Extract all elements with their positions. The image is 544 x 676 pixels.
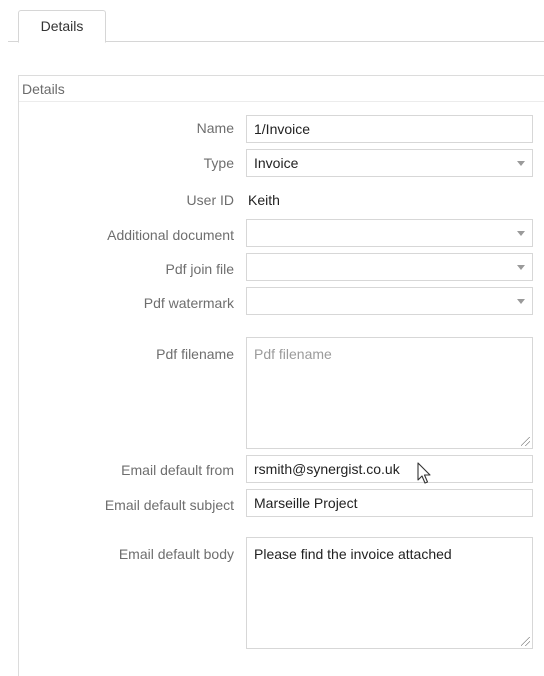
email-default-from-label: Email default from bbox=[121, 462, 234, 478]
chevron-down-icon bbox=[517, 161, 525, 166]
resize-handle-icon[interactable] bbox=[521, 437, 530, 446]
pdf-filename-label: Pdf filename bbox=[156, 346, 234, 362]
additional-document-select[interactable] bbox=[246, 219, 533, 247]
pdf-filename-placeholder: Pdf filename bbox=[254, 346, 332, 362]
chevron-down-icon bbox=[517, 299, 525, 304]
name-label: Name bbox=[196, 120, 234, 136]
user-id-label: User ID bbox=[186, 192, 234, 208]
chevron-down-icon bbox=[517, 231, 525, 236]
pdf-filename-textarea[interactable]: Pdf filename bbox=[246, 337, 533, 449]
name-input[interactable]: 1/Invoice bbox=[246, 115, 533, 143]
section-title: Details bbox=[22, 81, 65, 97]
email-default-body-value: Please find the invoice attached bbox=[254, 546, 452, 562]
pdf-join-file-label: Pdf join file bbox=[165, 261, 234, 277]
tab-bar: Details bbox=[0, 0, 544, 43]
type-select-value: Invoice bbox=[254, 155, 299, 171]
email-default-body-label: Email default body bbox=[118, 546, 234, 562]
mouse-pointer-icon bbox=[417, 462, 431, 484]
section-divider bbox=[19, 101, 544, 102]
email-default-from-input[interactable]: rsmith@synergist.co.uk bbox=[246, 455, 533, 483]
chevron-down-icon bbox=[517, 265, 525, 270]
user-id-value: Keith bbox=[248, 192, 280, 208]
additional-document-label: Additional document bbox=[107, 227, 234, 243]
resize-handle-icon[interactable] bbox=[521, 637, 530, 646]
pdf-join-file-select[interactable] bbox=[246, 253, 533, 281]
pdf-watermark-select[interactable] bbox=[246, 287, 533, 315]
pdf-watermark-label: Pdf watermark bbox=[143, 295, 234, 311]
type-select[interactable]: Invoice bbox=[246, 149, 533, 177]
email-default-subject-input[interactable]: Marseille Project bbox=[246, 489, 533, 517]
email-default-subject-label: Email default subject bbox=[104, 497, 234, 513]
type-label: Type bbox=[203, 155, 234, 171]
tab-details[interactable]: Details bbox=[18, 10, 106, 43]
email-default-body-textarea[interactable]: Please find the invoice attached bbox=[246, 537, 533, 649]
